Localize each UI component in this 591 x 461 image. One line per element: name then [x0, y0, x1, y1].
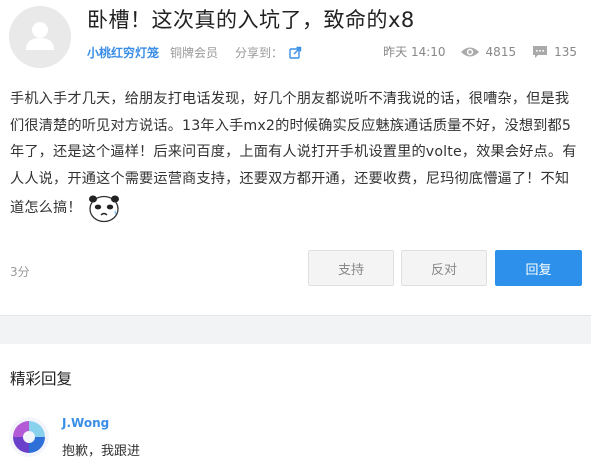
- support-button[interactable]: 支持: [308, 250, 394, 286]
- panda-emoji-icon: [88, 195, 119, 223]
- post-card: 卧槽！这次真的入坑了，致命的x8 小桃红穷灯笼 铜牌会员 分享到： 昨天 14:…: [0, 0, 591, 315]
- post-score: 3分: [10, 265, 30, 279]
- oppose-button[interactable]: 反对: [401, 250, 487, 286]
- section-divider: [0, 315, 591, 344]
- reply-avatar-logo-icon: [9, 417, 49, 457]
- member-level: 铜牌会员: [170, 46, 219, 60]
- view-count: 4815: [485, 44, 517, 59]
- post-body: 手机入手才几天，给朋友打电话发现，好几个朋友都说听不清我说的话，很嘈杂，但是我们…: [10, 86, 582, 224]
- post-time: 昨天 14:10: [383, 45, 446, 59]
- post-stats: 昨天 14:10 4815 135: [383, 43, 577, 60]
- share-label: 分享到：: [235, 46, 284, 60]
- eye-icon: [460, 47, 479, 56]
- author-name[interactable]: 小桃红穷灯笼: [87, 44, 159, 61]
- post-meta: 小桃红穷灯笼 铜牌会员 分享到：: [87, 44, 302, 61]
- comment-icon: [533, 45, 548, 58]
- share-icon[interactable]: [289, 46, 302, 59]
- featured-replies-title: 精彩回复: [10, 370, 73, 388]
- author-avatar[interactable]: [9, 6, 71, 68]
- reply-text: 抱歉，我跟进: [62, 444, 141, 459]
- reply-avatar[interactable]: [9, 417, 49, 457]
- reply-author[interactable]: J.Wong: [62, 416, 109, 430]
- default-avatar-icon: [9, 6, 71, 68]
- comment-count: 135: [554, 44, 577, 59]
- post-title: 卧槽！这次真的入坑了，致命的x8: [87, 8, 415, 32]
- reply-button[interactable]: 回复: [495, 250, 582, 286]
